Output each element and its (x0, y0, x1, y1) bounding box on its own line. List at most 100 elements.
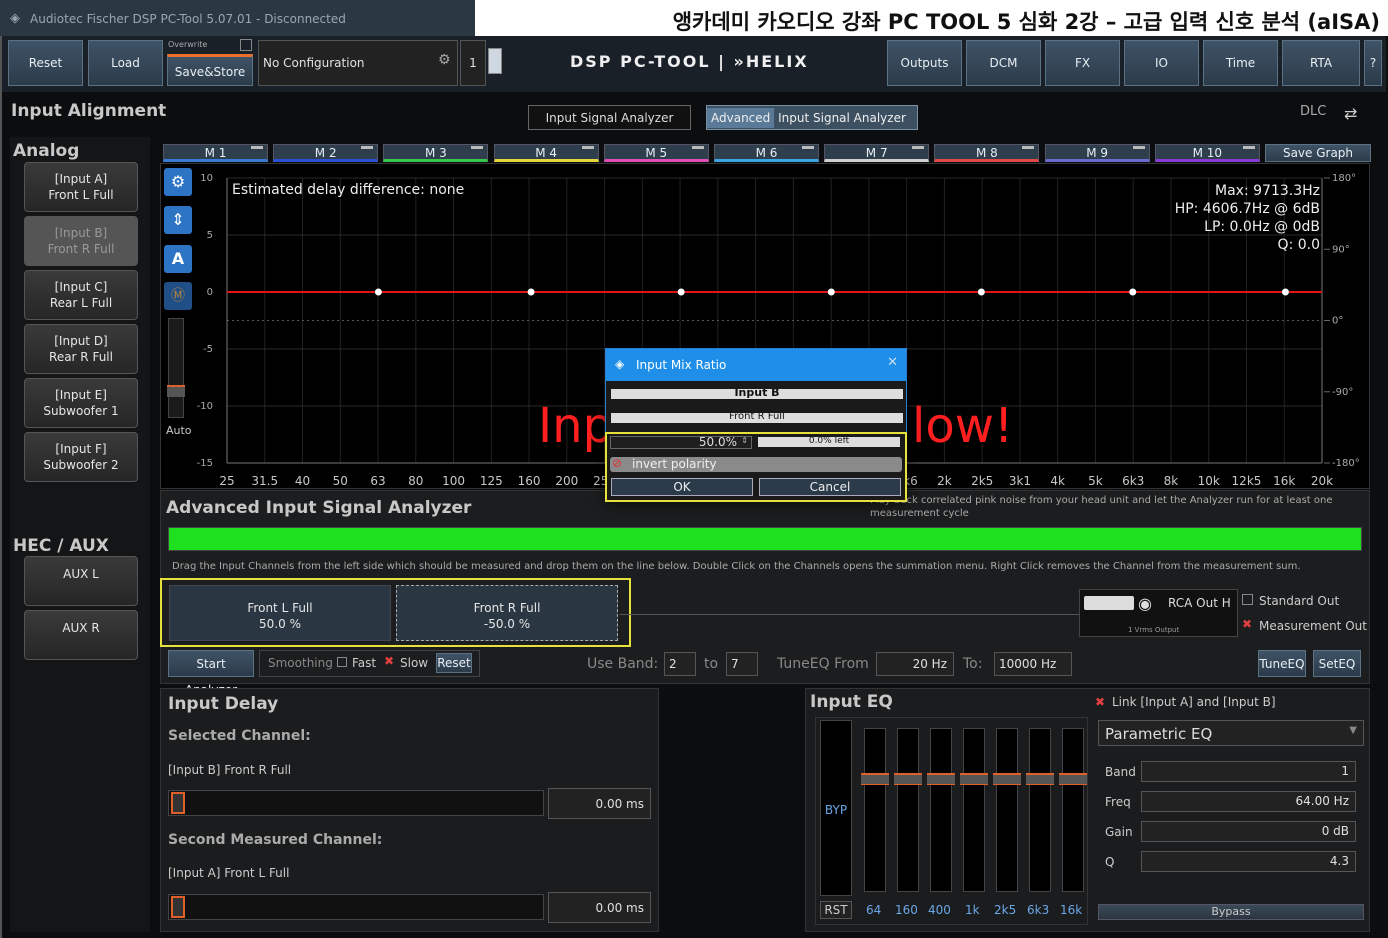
eq-fader-knob[interactable] (1026, 773, 1054, 785)
x-tick-label: 16k (1273, 474, 1295, 488)
dialog-cancel-button[interactable]: Cancel (759, 478, 901, 496)
eq-band-label: 6k3 (1027, 903, 1050, 917)
io-swap-icon[interactable]: ⇄ (1344, 104, 1357, 123)
spinner-icon[interactable]: ⇕ (741, 436, 748, 445)
eq-bypass-button[interactable]: Bypass (1098, 904, 1364, 920)
tab-collapse-icon[interactable] (581, 146, 594, 149)
eq-mode-select[interactable]: Parametric EQ ▼ (1098, 720, 1364, 746)
a-icon[interactable]: A (164, 245, 192, 273)
eq-fader-2k5[interactable] (993, 728, 1021, 892)
vertical-arrows-icon[interactable]: ⇕ (164, 206, 192, 234)
mix-channel-a[interactable]: Front L Full 50.0 % (169, 585, 391, 641)
mix-ratio-input[interactable]: 50.0% ⇕ (610, 435, 752, 449)
mix-channel-b[interactable]: Front R Full -50.0 % (396, 585, 618, 641)
dialog-ok-button[interactable]: OK (611, 478, 753, 496)
tuneeq-button[interactable]: TuneEQ (1258, 650, 1306, 677)
slow-checkbox[interactable]: ✖ (384, 654, 394, 668)
sidebar-channel-e[interactable]: [Input E] Subwoofer 1 (24, 378, 138, 428)
tuneeq-to-input[interactable]: 10000 Hz (994, 652, 1072, 676)
wrench-icon[interactable]: ⚙ (438, 52, 451, 68)
second-delay-value[interactable]: 0.00 ms (548, 892, 651, 923)
io-button[interactable]: IO (1124, 40, 1199, 86)
link-checkbox[interactable]: ✖ (1095, 695, 1105, 709)
selected-delay-value[interactable]: 0.00 ms (548, 788, 651, 819)
band-to-input[interactable]: 7 (726, 652, 758, 676)
eq-gain-input[interactable]: 0 dB (1141, 821, 1356, 842)
x-tick-label: 50 (333, 474, 348, 488)
outputs-button[interactable]: Outputs (887, 40, 962, 86)
tab-input-signal-analyzer[interactable]: Input Signal Analyzer (528, 105, 691, 130)
second-delay-slider[interactable] (168, 894, 544, 920)
tab-collapse-icon[interactable] (1242, 146, 1255, 149)
eq-fader-160[interactable] (894, 728, 922, 892)
time-button[interactable]: Time (1203, 40, 1278, 86)
save-store-button[interactable]: Save&Store (167, 54, 253, 86)
eq-fader-knob[interactable] (861, 773, 889, 785)
eq-fader-knob[interactable] (927, 773, 955, 785)
tab-collapse-icon[interactable] (691, 146, 704, 149)
overwrite-checkbox[interactable] (240, 39, 252, 51)
eq-fader-16k[interactable] (1059, 728, 1087, 892)
eq-freq-input[interactable]: 64.00 Hz (1141, 791, 1356, 812)
eq-bypass-toggle[interactable]: BYP (820, 720, 852, 896)
eq-freq-label: Freq (1105, 795, 1131, 809)
eq-fader-knob[interactable] (1059, 773, 1087, 785)
settings-icon[interactable]: ⚙ (164, 168, 192, 196)
gain-slider-thumb[interactable] (167, 385, 185, 397)
tab-collapse-icon[interactable] (912, 146, 925, 149)
rca-sub-label: 1 Vrms Output (1128, 626, 1180, 634)
selected-delay-thumb[interactable] (171, 792, 185, 814)
eq-fader-knob[interactable] (894, 773, 922, 785)
seteq-button[interactable]: SetEQ (1313, 650, 1361, 677)
close-icon[interactable]: ✕ (887, 355, 898, 370)
sidebar-channel-d[interactable]: [Input D] Rear R Full (24, 324, 138, 374)
tuneeq-from-input[interactable]: 20 Hz (876, 652, 954, 676)
x-tick-label: 20k (1311, 474, 1333, 488)
tab-collapse-icon[interactable] (802, 146, 814, 149)
tab-collapse-icon[interactable] (251, 146, 263, 149)
config-number[interactable]: 1 (460, 40, 486, 86)
eq-reset-button[interactable]: RST (820, 901, 852, 919)
start-analyzer-button[interactable]: Start Analyzer (168, 650, 254, 697)
tab-collapse-icon[interactable] (471, 146, 484, 149)
tab-collapse-icon[interactable] (1022, 146, 1035, 149)
sidebar-aux-r[interactable]: AUX R (24, 610, 138, 660)
save-graph-button[interactable]: Save Graph (1265, 144, 1371, 162)
standard-out-checkbox[interactable] (1242, 594, 1253, 605)
dcm-button[interactable]: DCM (966, 40, 1041, 86)
fast-checkbox[interactable] (337, 657, 347, 667)
sidebar-channel-b[interactable]: [Input B] Front R Full (24, 216, 138, 266)
eq-fader-64[interactable] (861, 728, 889, 892)
reset-button[interactable]: Reset (8, 40, 83, 86)
tab-collapse-icon[interactable] (1132, 146, 1145, 149)
eq-fader-knob[interactable] (993, 773, 1021, 785)
fx-button[interactable]: FX (1045, 40, 1120, 86)
load-button[interactable]: Load (88, 40, 163, 86)
selected-delay-slider[interactable] (168, 790, 544, 816)
eq-fader-400[interactable] (927, 728, 955, 892)
tab-collapse-icon[interactable] (361, 146, 374, 149)
smoothing-reset-button[interactable]: Reset (436, 653, 472, 673)
sidebar-channel-c[interactable]: [Input C] Rear L Full (24, 270, 138, 320)
m-icon[interactable]: Ⓜ (164, 282, 192, 310)
eq-q-input[interactable]: 4.3 (1141, 851, 1356, 872)
help-button[interactable]: ? (1364, 40, 1382, 86)
measurement-out-checkbox[interactable]: ✖ (1242, 618, 1253, 630)
config-name-field[interactable]: No Configuration (258, 40, 458, 86)
rca-output-box[interactable]: ◉ RCA Out H 1 Vrms Output (1079, 589, 1238, 637)
invert-polarity-toggle[interactable]: ⊘ invert polarity (610, 456, 902, 472)
eq-fader-6k3[interactable] (1026, 728, 1054, 892)
sidebar-channel-a[interactable]: [Input A] Front L Full (24, 162, 138, 212)
second-delay-thumb[interactable] (171, 896, 185, 918)
tab-advanced-isa[interactable]: Advanced Input Signal Analyzer (706, 105, 918, 130)
eq-fader-knob[interactable] (960, 773, 988, 785)
edit-icon[interactable] (488, 48, 502, 74)
sidebar-aux-l[interactable]: AUX L (24, 556, 138, 606)
eq-band-input[interactable]: 1 (1141, 761, 1356, 782)
eq-fader-1k[interactable] (960, 728, 988, 892)
rta-button[interactable]: RTA (1282, 40, 1360, 86)
sidebar-channel-f[interactable]: [Input F] Subwoofer 2 (24, 432, 138, 482)
gain-slider[interactable] (167, 318, 185, 418)
band-from-input[interactable]: 2 (664, 652, 696, 676)
dlc-icon[interactable]: DLC (1300, 104, 1326, 119)
